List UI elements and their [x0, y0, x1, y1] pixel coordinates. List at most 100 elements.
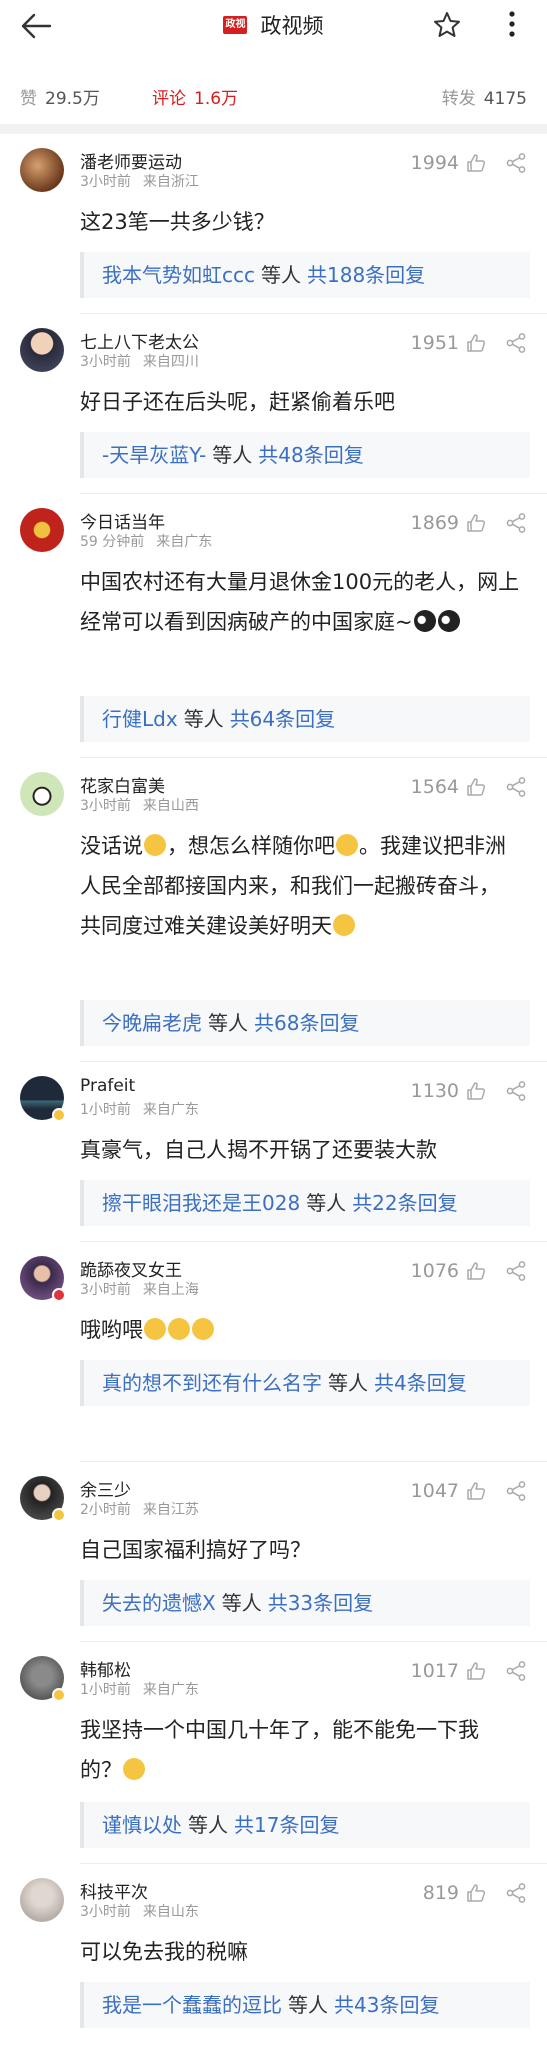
reply-summary[interactable]: 行健Ldx 等人 共64条回复	[80, 696, 530, 742]
comment-location: 来自山东	[142, 1904, 199, 1920]
share-icon[interactable]	[505, 152, 527, 174]
thumbs-up-icon[interactable]	[465, 332, 487, 354]
comment-meta: 59 分钟前 来自广东	[80, 531, 212, 551]
more-vertical-icon[interactable]	[500, 8, 524, 40]
reply-count[interactable]: 共17条回复	[234, 1813, 339, 1837]
reply-count[interactable]: 共188条回复	[307, 263, 425, 287]
emoji-icon	[144, 1318, 166, 1340]
thumbs-up-icon[interactable]	[465, 776, 487, 798]
reply-mid: 等人	[212, 443, 253, 467]
comment-actions: 1047	[411, 1478, 527, 1504]
reply-user[interactable]: 擦干眼泪我还是王028	[102, 1191, 300, 1215]
comment-time: 3小时前	[80, 1282, 131, 1298]
share-icon[interactable]	[505, 1660, 527, 1682]
thumbs-up-icon[interactable]	[465, 1882, 487, 1904]
tab-comments[interactable]: 评论 1.6万	[152, 84, 238, 109]
comment-username[interactable]: 今日话当年	[80, 508, 165, 533]
comment-username[interactable]: 七上八下老太公	[80, 328, 199, 353]
reply-count[interactable]: 共48条回复	[258, 443, 363, 467]
comment-location: 来自广东	[142, 1102, 199, 1118]
share-icon[interactable]	[505, 332, 527, 354]
thumbs-up-icon[interactable]	[465, 512, 487, 534]
comment-username[interactable]: 余三少	[80, 1476, 131, 1501]
share-icon[interactable]	[505, 776, 527, 798]
reply-summary[interactable]: -天旱灰蓝Y- 等人 共48条回复	[80, 432, 530, 478]
comment-time: 1小时前	[80, 1682, 131, 1698]
like-count: 1951	[410, 332, 459, 354]
comment-text: 我坚持一个中国几十年了，能不能免一下我的？	[80, 1710, 520, 1790]
reply-user[interactable]: -天旱灰蓝Y-	[102, 443, 206, 467]
share-icon[interactable]	[505, 1480, 527, 1502]
comment-meta: 3小时前 来自上海	[80, 1279, 199, 1299]
comment-username[interactable]: 韩郁松	[80, 1656, 131, 1681]
reply-user[interactable]: 今晚扁老虎	[102, 1011, 202, 1035]
reply-count[interactable]: 共4条回复	[374, 1371, 467, 1395]
comment-username[interactable]: 潘老师要运动	[80, 148, 182, 173]
reply-summary[interactable]: 失去的遗憾X 等人 共33条回复	[80, 1580, 530, 1626]
emoji-icon	[123, 1758, 145, 1780]
reply-user[interactable]: 失去的遗憾X	[102, 1591, 216, 1615]
reply-summary[interactable]: 今晚扁老虎 等人 共68条回复	[80, 1000, 530, 1046]
comment-time: 2小时前	[80, 1502, 131, 1518]
comment-item: 跪舔夜叉女王 3小时前 来自上海 1076 哦哟喂 真的想不到还有什么名字 等人 共4…	[0, 1242, 547, 1462]
star-icon[interactable]	[432, 10, 462, 40]
like-count: 1869	[410, 512, 459, 534]
reply-count[interactable]: 共43条回复	[334, 1993, 439, 2017]
thumbs-up-icon[interactable]	[465, 1660, 487, 1682]
reply-summary[interactable]: 谨慎以处 等人 共17条回复	[80, 1802, 530, 1848]
likes-label: 赞	[20, 89, 37, 109]
reply-user[interactable]: 真的想不到还有什么名字	[102, 1371, 322, 1395]
comment-item: 潘老师要运动 3小时前 来自浙江 1994 这23笔一共多少钱？ 我本气势如虹cc…	[0, 134, 547, 314]
share-icon[interactable]	[505, 1260, 527, 1282]
tab-likes[interactable]: 赞 29.5万	[20, 84, 100, 109]
reply-summary[interactable]: 真的想不到还有什么名字 等人 共4条回复	[80, 1360, 530, 1406]
thumbs-up-icon[interactable]	[465, 1080, 487, 1102]
thumbs-up-icon[interactable]	[465, 1260, 487, 1282]
comment-actions: 1017	[411, 1658, 527, 1684]
avatar[interactable]	[20, 1878, 64, 1922]
emoji-icon	[333, 914, 355, 936]
share-icon[interactable]	[505, 512, 527, 534]
comment-location: 来自广东	[156, 534, 213, 550]
reply-mid: 等人	[328, 1371, 368, 1395]
comment-username[interactable]: 科技平次	[80, 1878, 148, 1903]
emoji-icon	[336, 834, 358, 856]
comment-username[interactable]: Prafeit	[80, 1076, 135, 1096]
reply-count[interactable]: 共68条回复	[254, 1011, 359, 1035]
avatar[interactable]	[20, 772, 64, 816]
comment-actions: 1869	[411, 510, 527, 536]
thumbs-up-icon[interactable]	[465, 152, 487, 174]
reply-count[interactable]: 共64条回复	[230, 707, 335, 731]
like-count: 819	[422, 1882, 459, 1904]
reply-user[interactable]: 我是一个蠢蠢的逗比	[102, 1993, 282, 2017]
avatar[interactable]	[20, 148, 64, 192]
reply-user[interactable]: 行健Ldx	[102, 707, 178, 731]
reply-summary[interactable]: 我是一个蠢蠢的逗比 等人 共43条回复	[80, 1982, 530, 2028]
tab-reposts[interactable]: 转发 4175	[442, 84, 527, 109]
comment-username[interactable]: 花家白富美	[80, 772, 165, 797]
reply-mid: 等人	[261, 263, 301, 287]
verified-badge	[52, 1508, 66, 1522]
comment-text: 好日子还在后头呢，赶紧偷着乐吧	[80, 390, 395, 414]
avatar[interactable]	[20, 328, 64, 372]
share-icon[interactable]	[505, 1882, 527, 1904]
comment-meta: 1小时前 来自广东	[80, 1679, 199, 1699]
comment-item: 七上八下老太公 3小时前 来自四川 1951 好日子还在后头呢，赶紧偷着乐吧 -天…	[0, 314, 547, 494]
reply-user[interactable]: 谨慎以处	[102, 1813, 182, 1837]
reply-summary[interactable]: 我本气势如虹ccc 等人 共188条回复	[80, 252, 530, 298]
comment-username[interactable]: 跪舔夜叉女王	[80, 1256, 182, 1281]
verified-badge	[52, 1108, 66, 1122]
comments-value: 1.6万	[194, 89, 239, 109]
comment-location: 来自浙江	[142, 174, 199, 190]
stats-bar: 赞 29.5万 评论 1.6万 转发 4175	[0, 74, 547, 118]
reply-user[interactable]: 我本气势如虹ccc	[102, 263, 255, 287]
thumbs-up-icon[interactable]	[465, 1480, 487, 1502]
comment-text: 没话说 ，想怎么样随你吧 。我建议把非洲人民全部都接国内来，和我们一起搬砖奋斗，共同…	[80, 826, 520, 946]
like-count: 1047	[410, 1480, 459, 1502]
share-icon[interactable]	[505, 1080, 527, 1102]
like-count: 1994	[410, 152, 459, 174]
avatar[interactable]	[20, 508, 64, 552]
reply-count[interactable]: 共33条回复	[268, 1591, 373, 1615]
reply-summary[interactable]: 擦干眼泪我还是王028 等人 共22条回复	[80, 1180, 530, 1226]
reply-count[interactable]: 共22条回复	[352, 1191, 457, 1215]
